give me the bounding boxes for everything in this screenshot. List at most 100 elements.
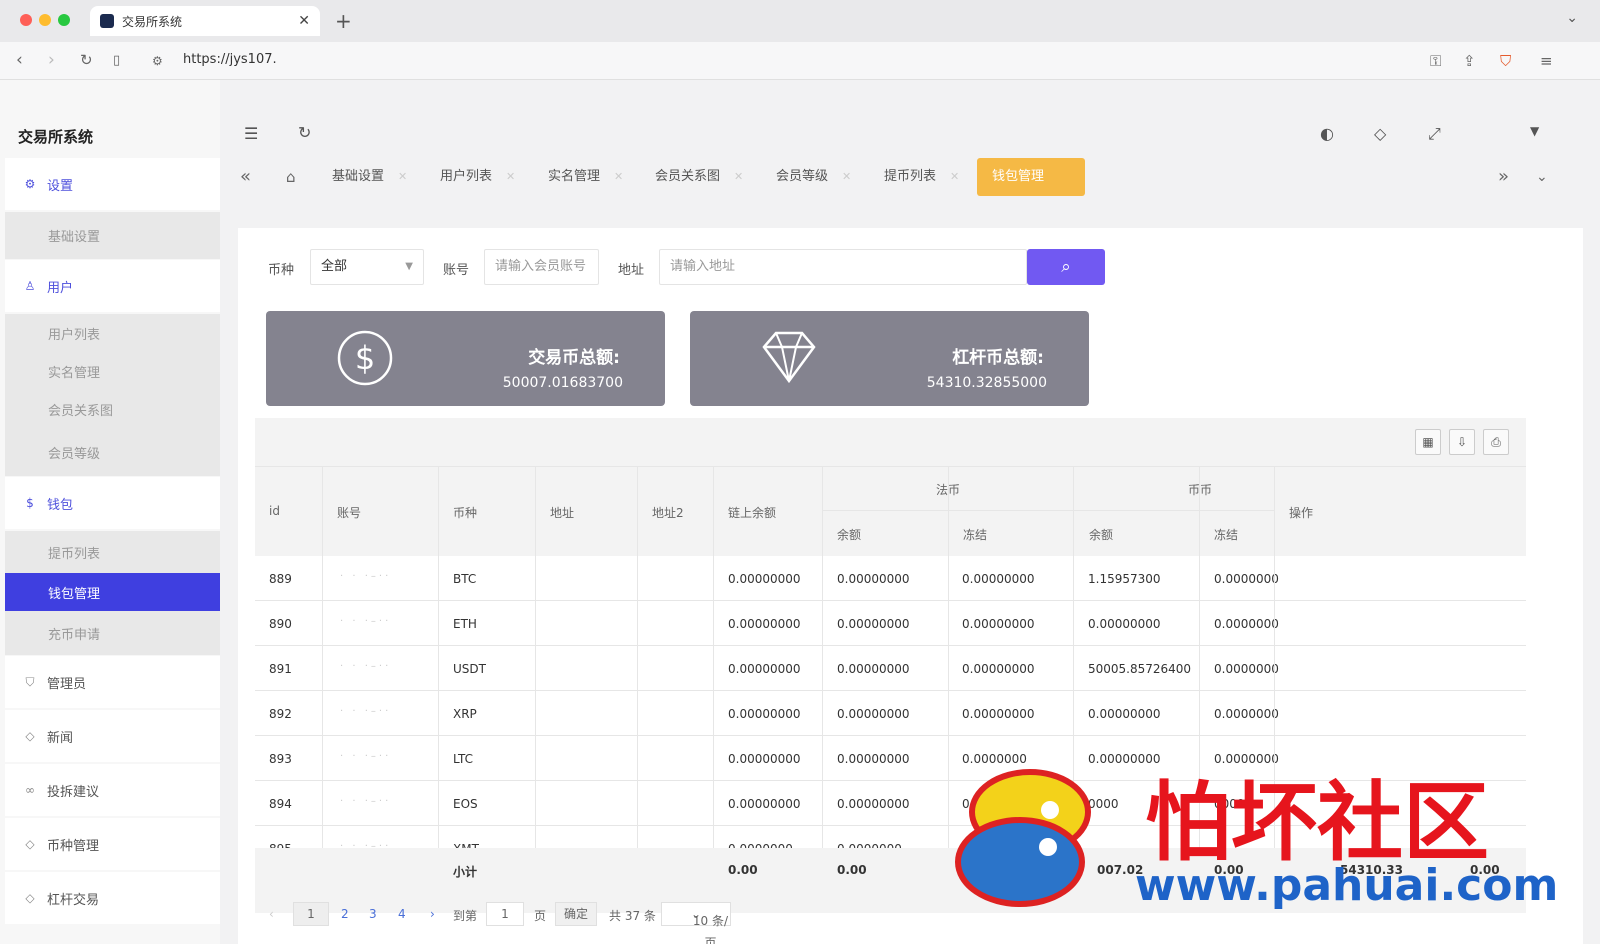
column-divider: [948, 466, 949, 893]
sidebar-group-wallet[interactable]: $ 钱包: [5, 477, 220, 529]
tab-realname[interactable]: 实名管理 ✕: [548, 158, 623, 196]
page-size-select[interactable]: 10 条/页 ⌄: [661, 902, 731, 944]
column-divider: [713, 466, 714, 893]
sidebar-item-basic-settings[interactable]: 基础设置: [5, 212, 220, 259]
tabs-next-icon[interactable]: »: [1498, 158, 1509, 196]
sidebar-item-user-list[interactable]: 用户列表: [5, 314, 220, 352]
close-tab-icon[interactable]: ✕: [298, 13, 310, 29]
cell-fb: 0.00000000: [837, 662, 910, 676]
sidebar-item-label: 投拆建议: [47, 784, 100, 800]
cell-fb: 0.00000000: [837, 707, 910, 721]
sidebar-item-complaint[interactable]: ∞ 投拆建议: [5, 764, 220, 816]
cell-account-redacted: · · ·–··: [340, 571, 392, 582]
tab-label: 会员关系图: [655, 169, 721, 184]
next-page-icon[interactable]: ›: [430, 907, 435, 921]
cell-chain: 0.00000000: [728, 617, 801, 631]
sidebar-group-label: 设置: [47, 178, 74, 194]
site-settings-icon[interactable]: ⚙: [152, 54, 163, 68]
cell-ff: 0.00000000: [962, 662, 1035, 676]
forward-icon[interactable]: ›: [48, 50, 55, 70]
page-4-button[interactable]: 4: [398, 907, 406, 921]
bookmark-icon[interactable]: ▯: [113, 53, 120, 68]
refresh-icon[interactable]: ↻: [298, 123, 311, 142]
tab-wallet-manage[interactable]: 钱包管理: [977, 158, 1085, 196]
subtotal-chain: 0.00: [728, 863, 758, 877]
close-icon[interactable]: ✕: [398, 170, 407, 183]
sidebar-group-settings[interactable]: ⚙ 设置: [5, 158, 220, 210]
sidebar-item-member-tree[interactable]: 会员关系图: [5, 390, 220, 428]
close-window-button[interactable]: [20, 14, 32, 26]
brave-shield-icon[interactable]: ⛉: [1500, 52, 1511, 70]
sidebar-group-users[interactable]: ♙ 用户: [5, 260, 220, 312]
cell-cb: 50005.85726400: [1088, 662, 1192, 676]
minimize-window-button[interactable]: [39, 14, 51, 26]
menu-icon[interactable]: ≡: [1540, 52, 1553, 70]
sidebar-item-news[interactable]: ◇ 新闻: [5, 710, 220, 762]
tab-member-tree[interactable]: 会员关系图 ✕: [655, 158, 743, 196]
watermark-url: www.pahuai.com: [1135, 860, 1559, 911]
tab-member-level[interactable]: 会员等级 ✕: [776, 158, 851, 196]
tab-label: 用户列表: [440, 169, 493, 184]
tabs-prev-icon[interactable]: «: [240, 158, 251, 196]
col-header-coin-balance: 余额: [1089, 528, 1114, 542]
column-divider: [637, 466, 638, 893]
sidebar-item-deposit-apply[interactable]: 充币申请: [5, 611, 220, 655]
page-3-button[interactable]: 3: [369, 907, 377, 921]
coin-select[interactable]: 全部 ▼: [310, 249, 424, 285]
table-row: 890 ETH 0.00000000 0.00000000 0.00000000 0.00…: [255, 601, 1526, 646]
page-2-button[interactable]: 2: [341, 907, 349, 921]
search-icon: ⌕: [1061, 257, 1071, 277]
favicon-icon: [100, 14, 114, 28]
browser-tab[interactable]: 交易所系统 ✕: [90, 6, 320, 36]
sidebar-item-lever-trade[interactable]: ◇ 杠杆交易: [5, 872, 220, 924]
home-icon[interactable]: ⌂: [286, 158, 296, 196]
sidebar-item-member-level[interactable]: 会员等级: [5, 428, 220, 476]
sidebar-item-withdraw-list[interactable]: 提币列表: [5, 531, 220, 573]
watermark-logo: [955, 769, 1091, 907]
url-text[interactable]: https://jys107.: [183, 52, 277, 67]
account-input[interactable]: 请输入会员账号: [484, 249, 599, 285]
shield-icon: ⛉: [25, 674, 35, 689]
tag-icon[interactable]: ◇: [1374, 124, 1386, 143]
close-icon[interactable]: ✕: [506, 170, 515, 183]
columns-filter-icon[interactable]: ▦: [1415, 429, 1441, 455]
tabs-menu-chevron-icon[interactable]: ⌄: [1536, 158, 1548, 196]
page-number-input[interactable]: 1: [486, 902, 524, 926]
close-icon[interactable]: ✕: [614, 170, 623, 183]
print-icon[interactable]: ⎙: [1483, 429, 1509, 455]
sidebar-item-label: 会员等级: [48, 446, 101, 462]
tab-list-chevron-icon[interactable]: ⌄: [1566, 10, 1578, 26]
sidebar-item-coin-manage[interactable]: ◇ 币种管理: [5, 818, 220, 870]
close-icon[interactable]: ✕: [734, 170, 743, 183]
confirm-button[interactable]: 确定: [555, 902, 597, 926]
prev-page-icon[interactable]: ‹: [269, 907, 274, 921]
back-icon[interactable]: ‹: [16, 50, 23, 70]
theme-palette-icon[interactable]: ◐: [1320, 124, 1334, 143]
tab-user-list[interactable]: 用户列表 ✕: [440, 158, 515, 196]
search-button[interactable]: ⌕: [1027, 249, 1105, 285]
total-count: 共 37 条: [609, 909, 656, 923]
export-icon[interactable]: ⇩: [1449, 429, 1475, 455]
sidebar-item-label: 新闻: [47, 730, 74, 746]
reload-icon[interactable]: ↻: [80, 51, 93, 69]
card-value: 54310.32855000: [926, 375, 1047, 391]
user-dropdown-icon[interactable]: ▼: [1530, 124, 1539, 138]
collapse-menu-icon[interactable]: ☰: [244, 124, 258, 143]
share-icon[interactable]: ⇪: [1463, 52, 1476, 70]
page-1-button[interactable]: 1: [293, 902, 329, 926]
fullscreen-icon[interactable]: ⤢: [1428, 124, 1441, 144]
sidebar-item-label: 币种管理: [47, 838, 100, 854]
sidebar-item-realname[interactable]: 实名管理: [5, 352, 220, 390]
col-header-action: 操作: [1289, 506, 1314, 520]
sidebar-item-admin[interactable]: ⛉ 管理员: [5, 656, 220, 708]
maximize-window-button[interactable]: [58, 14, 70, 26]
new-tab-icon[interactable]: +: [335, 9, 352, 33]
sidebar-item-wallet-manage[interactable]: 钱包管理: [5, 573, 220, 611]
column-divider: [322, 466, 323, 893]
close-icon[interactable]: ✕: [842, 170, 851, 183]
tab-withdraw-list[interactable]: 提币列表 ✕: [884, 158, 959, 196]
address-input[interactable]: 请输入地址: [659, 249, 1027, 285]
key-icon[interactable]: ⚿: [1430, 52, 1441, 70]
close-icon[interactable]: ✕: [950, 170, 959, 183]
tab-basic-settings[interactable]: 基础设置 ✕: [332, 158, 407, 196]
